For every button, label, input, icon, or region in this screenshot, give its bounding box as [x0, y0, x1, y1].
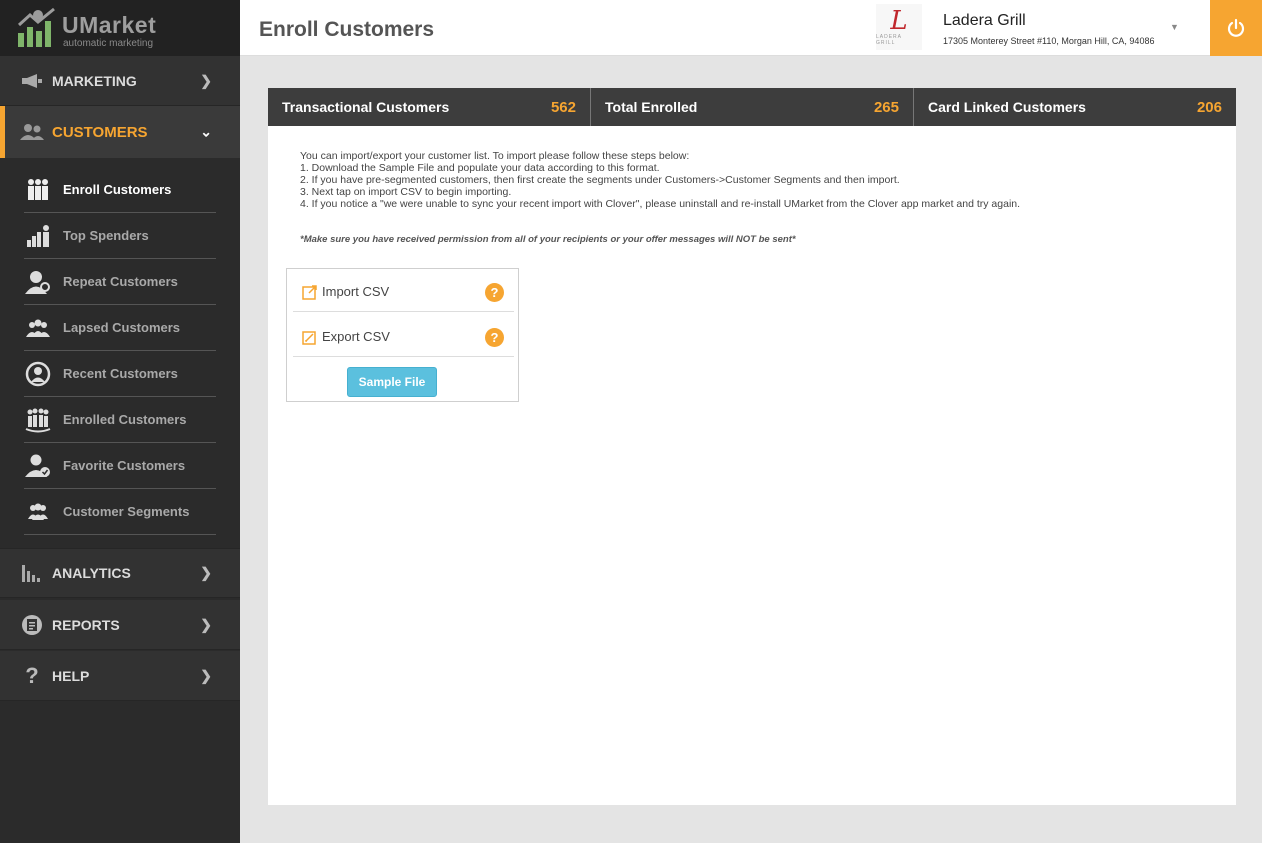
megaphone-icon: [20, 71, 44, 91]
stat-label: Transactional Customers: [282, 99, 450, 115]
nav-help[interactable]: ? HELP ❯: [0, 651, 240, 701]
nav-marketing-label: MARKETING: [52, 72, 137, 89]
chevron-right-icon: ❯: [200, 72, 212, 88]
export-csv-label: Export CSV: [322, 329, 390, 344]
export-csv-button[interactable]: Export CSV ?: [293, 317, 514, 357]
question-icon: ?: [25, 662, 39, 688]
sidebar-item-label: Lapsed Customers: [63, 320, 181, 335]
sidebar-item-label: Enroll Customers: [63, 182, 172, 197]
logo-chart-icon: [17, 7, 55, 47]
enrolled-customers-icon: [24, 406, 52, 434]
stat-total-enrolled: Total Enrolled 265: [591, 88, 914, 126]
main-card: Transactional Customers 562 Total Enroll…: [268, 88, 1236, 805]
sidebar-item-customer-segments[interactable]: Customer Segments: [24, 489, 216, 535]
brand-tagline: automatic marketing: [63, 38, 154, 49]
sidebar-item-label: Repeat Customers: [63, 274, 178, 289]
nav-help-label: HELP: [52, 667, 90, 684]
stat-label: Total Enrolled: [605, 99, 698, 115]
stat-card-linked-customers: Card Linked Customers 206: [914, 88, 1236, 126]
sidebar-item-lapsed-customers[interactable]: Lapsed Customers: [24, 305, 216, 351]
nav-customers-label: CUSTOMERS: [52, 123, 148, 141]
enroll-customers-icon: [24, 176, 52, 204]
stat-label: Card Linked Customers: [928, 99, 1086, 115]
caret-down-icon[interactable]: ▼: [1170, 22, 1179, 32]
reports-icon: [20, 614, 44, 635]
sidebar-item-enroll-customers[interactable]: Enroll Customers: [24, 167, 216, 213]
chevron-right-icon: ❯: [200, 564, 212, 581]
sidebar-item-label: Enrolled Customers: [63, 412, 187, 427]
sidebar-item-label: Favorite Customers: [63, 458, 186, 473]
import-csv-label: Import CSV: [322, 284, 390, 299]
chevron-right-icon: ❯: [200, 667, 212, 683]
sample-file-button[interactable]: Sample File: [347, 367, 437, 397]
nav-reports-label: REPORTS: [52, 616, 120, 633]
favorite-customers-icon: [24, 452, 52, 480]
export-icon: [302, 330, 316, 345]
instruction-step: 3. Next tap on import CSV to begin impor…: [300, 186, 512, 198]
nav-marketing[interactable]: MARKETING ❯: [0, 56, 240, 106]
chevron-right-icon: ❯: [200, 616, 212, 632]
stat-value: 206: [1196, 98, 1222, 116]
business-address: 17305 Monterey Street #110, Morgan Hill,…: [943, 36, 1155, 46]
chevron-down-icon: ⌄: [200, 123, 212, 140]
stat-value: 265: [873, 98, 899, 116]
import-icon: [302, 284, 317, 300]
permission-warning: *Make sure you have received permission …: [300, 234, 796, 245]
sidebar-item-enrolled-customers[interactable]: Enrolled Customers: [24, 397, 216, 443]
top-spenders-icon: [24, 222, 52, 250]
csv-panel: Import CSV ? Export CSV ? Sample File: [286, 268, 519, 402]
nav-analytics[interactable]: ANALYTICS ❯: [0, 548, 240, 598]
business-logo: L LADERA GRILL: [876, 4, 922, 50]
lapsed-customers-icon: [24, 314, 52, 342]
repeat-customers-icon: [24, 268, 52, 296]
sidebar-item-top-spenders[interactable]: Top Spenders: [24, 213, 216, 259]
business-logo-letter: L: [890, 6, 908, 36]
business-name[interactable]: Ladera Grill: [943, 12, 1026, 30]
bar-chart-icon: [20, 563, 44, 583]
recent-customers-icon: [24, 360, 52, 388]
import-csv-button[interactable]: Import CSV ?: [293, 272, 514, 312]
sidebar-item-repeat-customers[interactable]: Repeat Customers: [24, 259, 216, 305]
stat-transactional-customers: Transactional Customers 562: [268, 88, 591, 126]
stat-value: 562: [550, 98, 576, 116]
stats-bar: Transactional Customers 562 Total Enroll…: [268, 88, 1236, 126]
import-instructions: You can import/export your customer list…: [300, 150, 1020, 210]
brand-logo[interactable]: UMarket automatic marketing: [0, 0, 240, 56]
sidebar-item-label: Top Spenders: [63, 228, 149, 243]
sidebar-item-label: Customer Segments: [63, 504, 190, 519]
users-icon: [20, 122, 44, 142]
logout-button[interactable]: [1210, 0, 1262, 56]
power-icon: [1227, 18, 1245, 37]
instructions-intro: You can import/export your customer list…: [300, 150, 690, 162]
sidebar-item-label: Recent Customers: [63, 366, 178, 381]
customer-segments-icon: [24, 498, 52, 526]
nav-customers[interactable]: CUSTOMERS ⌄: [0, 106, 240, 158]
nav-reports[interactable]: REPORTS ❯: [0, 600, 240, 650]
instruction-step: 1. Download the Sample File and populate…: [300, 162, 660, 174]
top-bar: Enroll Customers L LADERA GRILL Ladera G…: [240, 0, 1262, 56]
sidebar-item-favorite-customers[interactable]: Favorite Customers: [24, 443, 216, 489]
sidebar-item-recent-customers[interactable]: Recent Customers: [24, 351, 216, 397]
brand-name: UMarket: [62, 12, 157, 38]
page-title: Enroll Customers: [259, 18, 435, 41]
instruction-step: 4. If you notice a "we were unable to sy…: [300, 198, 1021, 210]
instruction-step: 2. If you have pre-segmented customers, …: [300, 174, 900, 186]
sidebar: UMarket automatic marketing MARKETING ❯ …: [0, 0, 240, 843]
help-icon[interactable]: ?: [485, 328, 504, 347]
help-icon[interactable]: ?: [485, 283, 504, 302]
business-logo-text: LADERA GRILL: [876, 34, 902, 46]
nav-analytics-label: ANALYTICS: [52, 565, 131, 581]
